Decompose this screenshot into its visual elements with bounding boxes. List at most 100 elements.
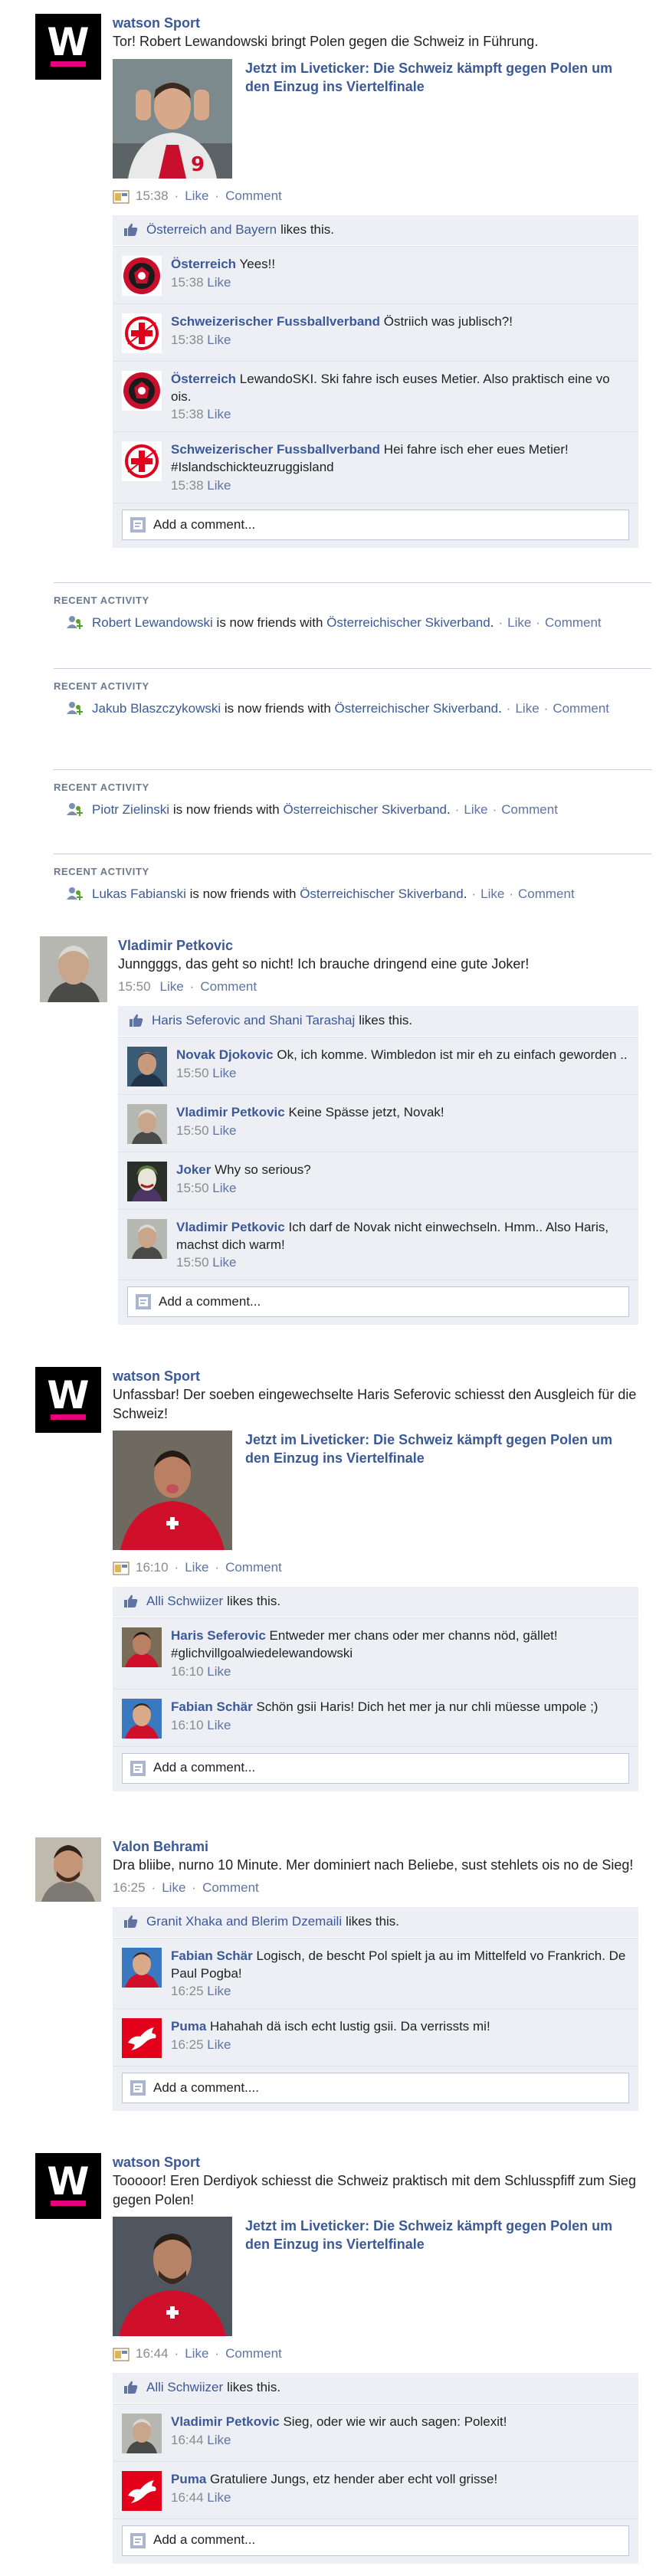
add-comment-input[interactable]: Add a comment... [122, 510, 629, 541]
petkovic-avatar[interactable] [40, 936, 107, 1002]
comment-link[interactable]: Comment [553, 701, 609, 716]
comment-like-link[interactable]: Like [207, 478, 231, 493]
watson-logo-avatar[interactable]: W [35, 2153, 101, 2219]
commenter-name[interactable]: Vladimir Petkovic [171, 2414, 280, 2429]
activity-person[interactable]: Robert Lewandowski [92, 615, 213, 630]
commenter-name[interactable]: Österreich [171, 257, 236, 271]
activity-page[interactable]: Österreichischer Skiverband [283, 802, 447, 817]
like-link[interactable]: Like [185, 1559, 208, 1577]
add-comment-input[interactable]: Add a comment.... [122, 2073, 629, 2104]
schaer-avatar[interactable] [122, 1947, 162, 1988]
sfv-avatar[interactable] [122, 313, 162, 353]
post-author[interactable]: watson Sport [113, 14, 638, 32]
comment-like-link[interactable]: Like [207, 333, 231, 347]
oefb-avatar[interactable] [122, 370, 162, 411]
activity-page[interactable]: Österreichischer Skiverband [326, 615, 490, 630]
comment-link[interactable]: Comment [518, 887, 575, 901]
link-title[interactable]: Jetzt im Liveticker: Die Schweiz kämpft … [245, 2217, 628, 2336]
derdiyok-photo[interactable] [113, 2216, 232, 2336]
link-preview[interactable]: Jetzt im Liveticker: Die Schweiz kämpft … [113, 1430, 638, 1550]
watson-logo-avatar[interactable]: W [35, 1367, 101, 1433]
petkovic-avatar[interactable] [122, 2413, 162, 2453]
likers[interactable]: Haris Seferovic and Shani Tarashaj [152, 1012, 355, 1030]
like-link[interactable]: Like [480, 887, 504, 901]
comment-like-link[interactable]: Like [207, 407, 231, 421]
comment-link[interactable]: Comment [501, 802, 558, 817]
post-author[interactable]: Vladimir Petkovic [118, 936, 638, 955]
comment-link[interactable]: Comment [202, 1880, 259, 1897]
link-preview[interactable]: 9 Jetzt im Liveticker: Die Schweiz kämpf… [113, 58, 638, 179]
comment-link[interactable]: Comment [545, 615, 602, 630]
petkovic-avatar[interactable] [127, 1218, 167, 1259]
puma-avatar[interactable] [122, 2018, 162, 2059]
sfv-avatar[interactable] [122, 441, 162, 482]
activity-person[interactable]: Lukas Fabianski [92, 887, 186, 901]
lewandowski-photo[interactable]: 9 [113, 58, 232, 179]
comment-like-link[interactable]: Like [207, 1984, 231, 1998]
add-comment-input[interactable]: Add a comment... [122, 1752, 629, 1784]
like-link[interactable]: Like [507, 615, 531, 630]
post-author[interactable]: watson Sport [113, 2153, 638, 2171]
commenter-name[interactable]: Puma [171, 2472, 206, 2486]
comment-like-link[interactable]: Like [212, 1066, 236, 1080]
comment-like-link[interactable]: Like [212, 1255, 236, 1270]
commenter-name[interactable]: Fabian Schär [171, 1699, 253, 1714]
commenter-name[interactable]: Vladimir Petkovic [176, 1105, 285, 1119]
post-author[interactable]: watson Sport [113, 1367, 638, 1385]
seferovic-avatar[interactable] [122, 1627, 162, 1667]
link-title[interactable]: Jetzt im Liveticker: Die Schweiz kämpft … [245, 1431, 628, 1550]
link-preview[interactable]: Jetzt im Liveticker: Die Schweiz kämpft … [113, 2216, 638, 2336]
schaer-avatar[interactable] [122, 1698, 162, 1739]
recent-activity-heading: Recent Activity [54, 866, 149, 877]
seferovic-photo[interactable] [113, 1430, 232, 1550]
commenter-name[interactable]: Schweizerischer Fussballverband [171, 442, 380, 457]
djokovic-avatar[interactable] [127, 1046, 167, 1086]
post-meta: 15:50 Like · Comment [118, 978, 638, 997]
likers[interactable]: Österreich and Bayern [146, 221, 277, 239]
comment-like-link[interactable]: Like [207, 1718, 231, 1732]
comment-like-link[interactable]: Like [207, 1664, 231, 1679]
commenter-name[interactable]: Österreich [171, 372, 236, 386]
comment-link[interactable]: Comment [225, 2345, 282, 2363]
like-link[interactable]: Like [185, 2345, 208, 2363]
commenter-name[interactable]: Schweizerischer Fussballverband [171, 314, 380, 329]
comment-like-link[interactable]: Like [207, 2037, 231, 2052]
commenter-name[interactable]: Haris Seferovic [171, 1628, 266, 1643]
likers[interactable]: Granit Xhaka and Blerim Dzemaili [146, 1913, 342, 1931]
comment-like-link[interactable]: Like [207, 2433, 231, 2447]
comment-like-link[interactable]: Like [212, 1123, 236, 1138]
like-link[interactable]: Like [185, 188, 208, 205]
like-link[interactable]: Like [515, 701, 539, 716]
likers[interactable]: Alli Schwiizer [146, 1593, 223, 1611]
commenter-name[interactable]: Joker [176, 1162, 211, 1177]
activity-page[interactable]: Österreichischer Skiverband [335, 701, 499, 716]
likes-row: Alli Schwiizer likes this. [113, 2373, 638, 2404]
like-link[interactable]: Like [162, 1880, 185, 1897]
likers[interactable]: Alli Schwiizer [146, 2379, 223, 2397]
commenter-name[interactable]: Fabian Schär [171, 1948, 253, 1963]
commenter-name[interactable]: Novak Djokovic [176, 1047, 274, 1062]
like-link[interactable]: Like [464, 802, 487, 817]
puma-avatar[interactable] [122, 2470, 162, 2511]
add-comment-input[interactable]: Add a comment... [122, 2525, 629, 2556]
post-author[interactable]: Valon Behrami [113, 1837, 638, 1856]
activity-person[interactable]: Piotr Zielinski [92, 802, 169, 817]
watson-logo-avatar[interactable]: W [35, 14, 101, 80]
petkovic-avatar[interactable] [127, 1103, 167, 1144]
behrami-avatar[interactable] [35, 1837, 101, 1902]
comment-like-link[interactable]: Like [207, 2490, 231, 2505]
comment-link[interactable]: Comment [225, 188, 282, 205]
activity-page[interactable]: Österreichischer Skiverband [300, 887, 464, 901]
comment-like-link[interactable]: Like [212, 1181, 236, 1195]
comment-link[interactable]: Comment [200, 978, 257, 996]
activity-person[interactable]: Jakub Blaszczykowski [92, 701, 221, 716]
link-title[interactable]: Jetzt im Liveticker: Die Schweiz kämpft … [245, 59, 628, 179]
add-comment-input[interactable]: Add a comment... [127, 1286, 629, 1318]
joker-avatar[interactable] [127, 1161, 167, 1201]
comment-like-link[interactable]: Like [207, 275, 231, 290]
comment-link[interactable]: Comment [225, 1559, 282, 1577]
oefb-avatar[interactable] [122, 255, 162, 296]
like-link[interactable]: Like [160, 978, 184, 996]
commenter-name[interactable]: Vladimir Petkovic [176, 1220, 285, 1234]
commenter-name[interactable]: Puma [171, 2019, 206, 2034]
